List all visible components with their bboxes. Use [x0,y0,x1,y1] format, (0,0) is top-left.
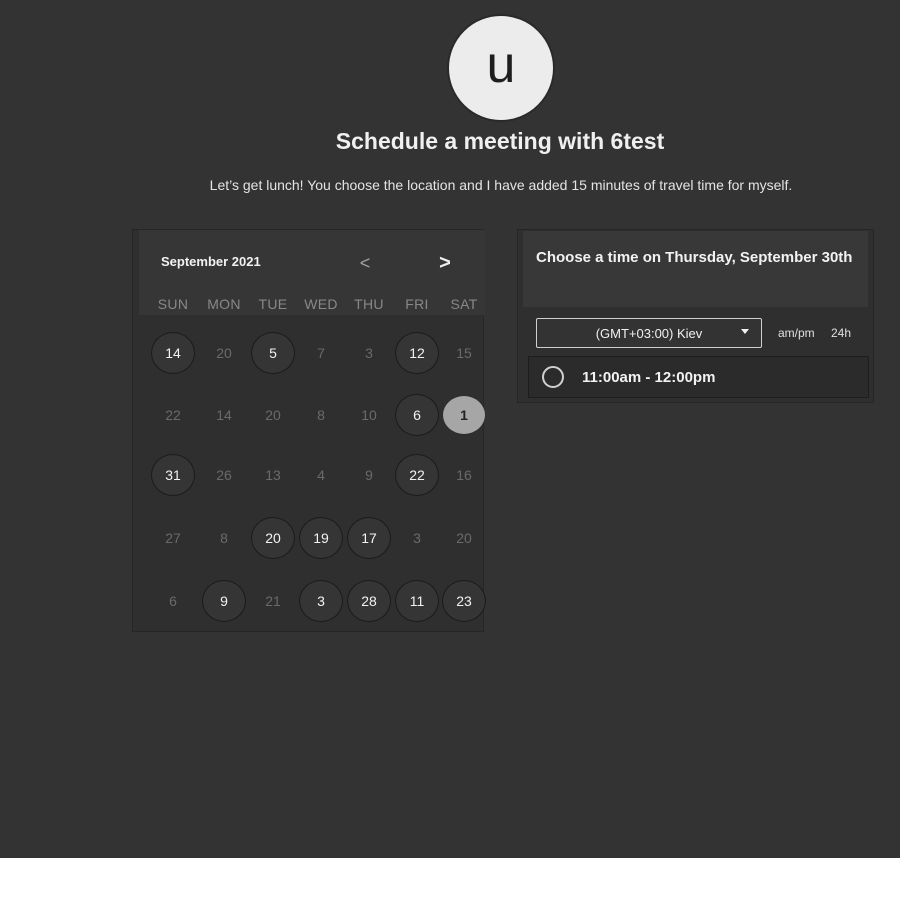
time-slot-label: 11:00am - 12:00pm [582,368,716,386]
page-title: Schedule a meeting with 6test [335,128,665,154]
caret-down-icon [741,329,749,334]
calendar-day: 27 [165,530,181,546]
calendar-day[interactable]: 11 [395,580,439,622]
calendar-day: 21 [265,593,281,609]
calendar-day-selected[interactable]: 1 [443,396,485,434]
calendar-day[interactable]: 31 [151,454,195,496]
scheduling-page: u Schedule a meeting with 6test Let’s ge… [0,0,900,858]
calendar-day[interactable]: 23 [442,580,486,622]
calendar-day[interactable]: 17 [347,517,391,559]
calendar-day: 3 [413,530,421,546]
calendar-day[interactable]: 9 [202,580,246,622]
ampm-format-toggle[interactable]: am/pm [778,326,815,340]
calendar-day: 8 [220,530,228,546]
calendar-day[interactable]: 14 [151,332,195,374]
calendar: September 2021 < > SUN MON TUE WED THU FRI SAT… [132,229,486,632]
calendar-day[interactable]: 5 [251,332,295,374]
calendar-day: 7 [317,345,325,361]
calendar-day: 6 [169,593,177,609]
time-picker-header: Choose a time on Thursday, September 30t… [523,231,868,307]
calendar-day[interactable]: 12 [395,332,439,374]
calendar-day: 9 [365,467,373,483]
next-month-button[interactable]: > [432,250,458,276]
avatar: u [447,14,555,122]
calendar-day: 20 [216,345,232,361]
avatar-letter: u [486,36,516,94]
calendar-day[interactable]: 3 [299,580,343,622]
weekday-label: SAT [450,296,478,312]
calendar-day[interactable]: 6 [395,394,439,436]
time-slot[interactable]: 11:00am - 12:00pm [528,356,869,398]
calendar-day: 4 [317,467,325,483]
weekday-header: SUN MON TUE WED THU FRI SAT [145,296,481,316]
calendar-day: 8 [317,407,325,423]
calendar-day: 16 [456,467,472,483]
calendar-day[interactable]: 20 [251,517,295,559]
calendar-day: 10 [361,407,377,423]
calendar-day: 3 [365,345,373,361]
calendar-day: 20 [265,407,281,423]
time-picker: Choose a time on Thursday, September 30t… [517,229,874,403]
timezone-value: (GMT+03:00) Kiev [595,325,703,341]
weekday-label: WED [304,296,338,312]
calendar-day: 13 [265,467,281,483]
calendar-day[interactable]: 22 [395,454,439,496]
month-label: September 2021 [161,254,261,269]
weekday-label: TUE [258,296,288,312]
weekday-label: FRI [405,296,429,312]
calendar-day: 14 [216,407,232,423]
calendar-day: 15 [456,345,472,361]
chevron-left-icon: < [359,252,371,273]
weekday-label: MON [207,296,241,312]
timezone-select[interactable]: (GMT+03:00) Kiev [536,318,762,348]
calendar-day[interactable]: 28 [347,580,391,622]
page-description: Let’s get lunch! You choose the location… [209,177,793,193]
calendar-day[interactable]: 19 [299,517,343,559]
chevron-right-icon: > [439,251,451,274]
calendar-day: 22 [165,407,181,423]
radio-button[interactable] [542,366,564,388]
weekday-label: THU [354,296,384,312]
weekday-label: SUN [157,296,189,312]
calendar-day: 26 [216,467,232,483]
prev-month-button[interactable]: < [352,250,378,276]
calendar-day: 20 [456,530,472,546]
time-picker-heading: Choose a time on Thursday, September 30t… [536,249,853,266]
24h-format-toggle[interactable]: 24h [831,326,851,340]
